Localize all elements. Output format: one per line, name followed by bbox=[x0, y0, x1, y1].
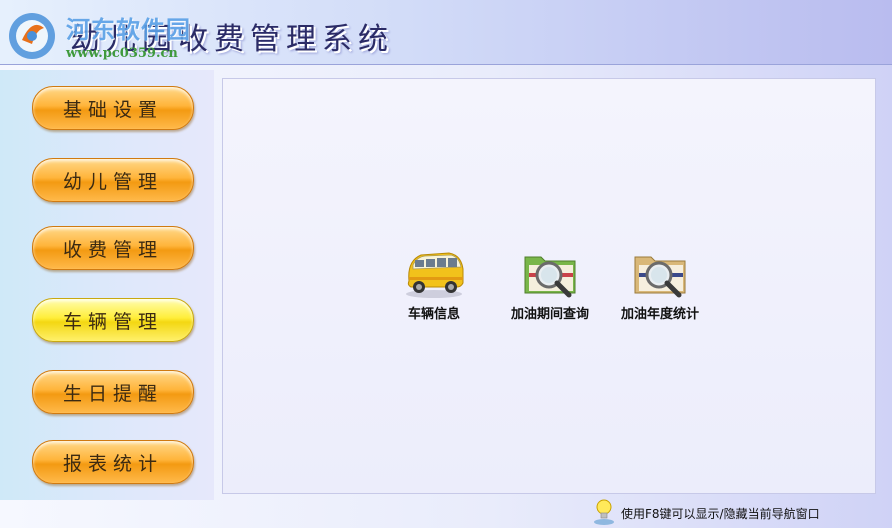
function-fuel-annual-statistics[interactable]: 加油年度统计 bbox=[605, 247, 715, 322]
nav-button-basic-settings[interactable]: 基础设置 bbox=[32, 86, 194, 130]
bus-icon bbox=[406, 252, 464, 298]
header-bar: 幼儿园收费管理系统 河东软件园 www.pc0359.cn bbox=[0, 0, 892, 65]
site-logo-icon bbox=[9, 13, 55, 59]
folder-search-icon bbox=[524, 256, 576, 298]
function-vehicle-info[interactable]: 车辆信息 bbox=[379, 247, 489, 322]
function-fuel-period-query[interactable]: 加油期间查询 bbox=[495, 247, 605, 322]
nav-button-birthday-reminder[interactable]: 生日提醒 bbox=[32, 370, 194, 414]
function-label: 加油期间查询 bbox=[510, 307, 589, 322]
nav-button-report-statistics[interactable]: 报表统计 bbox=[32, 440, 194, 484]
nav-button-child-management[interactable]: 幼儿管理 bbox=[32, 158, 194, 202]
nav-button-fee-management[interactable]: 收费管理 bbox=[32, 226, 194, 270]
watermark-url: www.pc0359.cn bbox=[66, 46, 178, 61]
content-panel: 车辆信息 加油期间查询 加油年度统计 bbox=[222, 78, 876, 494]
nav-button-vehicle-management[interactable]: 车辆管理 bbox=[32, 298, 194, 342]
watermark-brand: 河东软件园 bbox=[66, 15, 191, 44]
function-label: 加油年度统计 bbox=[620, 307, 699, 322]
lightbulb-icon bbox=[594, 499, 614, 525]
navigation-panel: 基础设置 幼儿管理 收费管理 车辆管理 生日提醒 报表统计 bbox=[0, 70, 214, 500]
status-hint-text: 使用F8键可以显示/隐藏当前导航窗口 bbox=[621, 507, 820, 521]
status-bar: 使用F8键可以显示/隐藏当前导航窗口 bbox=[0, 498, 892, 528]
function-label: 车辆信息 bbox=[407, 307, 460, 322]
folder-search-icon bbox=[634, 256, 686, 298]
